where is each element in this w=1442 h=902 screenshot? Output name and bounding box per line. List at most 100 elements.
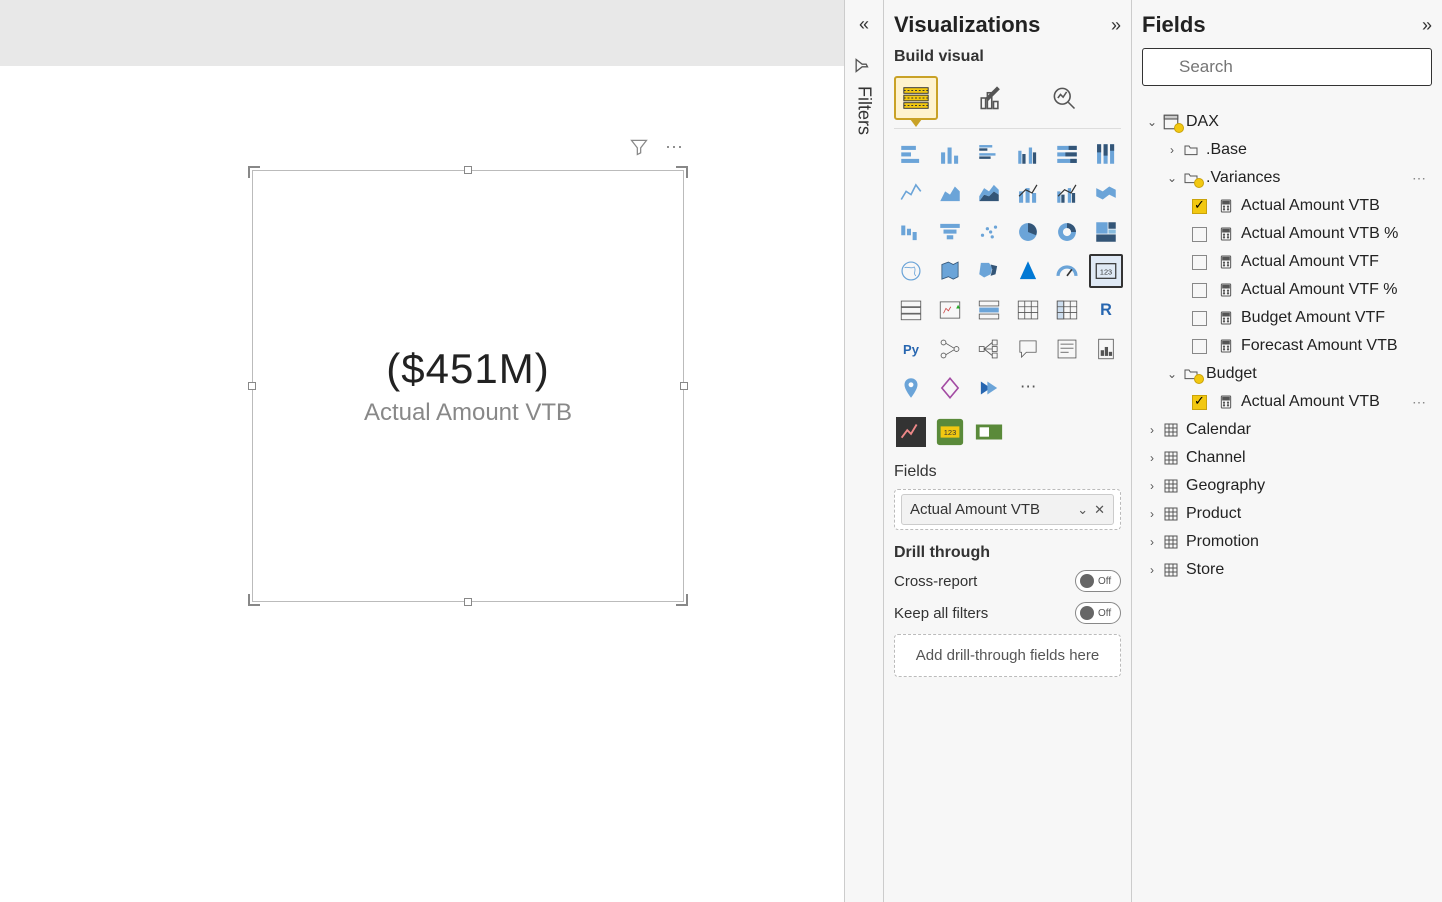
clustered-bar-chart-icon[interactable]: [972, 137, 1006, 171]
field-chip-remove-icon[interactable]: ✕: [1094, 502, 1105, 518]
stacked-column-chart-icon[interactable]: [933, 137, 967, 171]
matrix-icon[interactable]: [1050, 293, 1084, 327]
svg-text:▲: ▲: [955, 303, 961, 310]
scatter-chart-icon[interactable]: [972, 215, 1006, 249]
field-checkbox[interactable]: [1192, 227, 1207, 242]
field-chip-dropdown-icon[interactable]: ⌄: [1077, 502, 1088, 518]
collapse-fields-icon[interactable]: »: [1422, 15, 1432, 36]
field-checkbox[interactable]: [1192, 395, 1207, 410]
folder-variances[interactable]: ⌄ .Variances ⋯: [1162, 164, 1432, 192]
filled-map-icon[interactable]: [933, 254, 967, 288]
waterfall-chart-icon[interactable]: [894, 215, 928, 249]
folder-icon: [1180, 366, 1202, 382]
custom-visual-2-icon[interactable]: 123: [933, 415, 967, 449]
paginated-report-icon[interactable]: [1089, 332, 1123, 366]
measure-item[interactable]: Actual Amount VTB %: [1190, 220, 1432, 248]
field-checkbox[interactable]: [1192, 311, 1207, 326]
custom-visual-3-icon[interactable]: [972, 415, 1006, 449]
line-clustered-column-icon[interactable]: [1050, 176, 1084, 210]
qa-visual-icon[interactable]: [1011, 332, 1045, 366]
field-checkbox[interactable]: [1192, 255, 1207, 270]
hundred-stacked-bar-icon[interactable]: [1050, 137, 1084, 171]
power-automate-icon[interactable]: [972, 371, 1006, 405]
r-visual-icon[interactable]: R: [1089, 293, 1123, 327]
azure-map-icon[interactable]: [1011, 254, 1045, 288]
drill-through-dropzone[interactable]: Add drill-through fields here: [894, 634, 1121, 677]
table-channel[interactable]: › Channel: [1142, 444, 1432, 472]
filters-rail-label: Filters: [854, 86, 875, 135]
card-visual-icon[interactable]: 123: [1089, 254, 1123, 288]
folder-budget[interactable]: ⌄ Budget: [1162, 360, 1432, 388]
more-options-icon[interactable]: ⋯: [1408, 170, 1430, 187]
field-checkbox[interactable]: [1192, 199, 1207, 214]
fields-tree: ⌄ DAX › .Base ⌄ .Variances ⋯ Actual Amou…: [1142, 108, 1432, 584]
field-checkbox[interactable]: [1192, 283, 1207, 298]
power-apps-icon[interactable]: [933, 371, 967, 405]
decomposition-tree-icon[interactable]: [972, 332, 1006, 366]
treemap-icon[interactable]: [1089, 215, 1123, 249]
card-data-label: Actual Amount VTB: [364, 399, 572, 427]
folder-base[interactable]: › .Base: [1162, 136, 1432, 164]
multi-row-card-icon[interactable]: [894, 293, 928, 327]
format-visual-tab[interactable]: [968, 76, 1012, 120]
table-product[interactable]: › Product: [1142, 500, 1432, 528]
clustered-column-chart-icon[interactable]: [1011, 137, 1045, 171]
expand-filters-icon[interactable]: «: [859, 14, 869, 35]
table-promotion[interactable]: › Promotion: [1142, 528, 1432, 556]
keep-filters-toggle[interactable]: Off: [1075, 602, 1121, 624]
analytics-tab[interactable]: [1042, 76, 1086, 120]
measure-label: Actual Amount VTB %: [1241, 225, 1430, 243]
measure-label: Actual Amount VTB: [1241, 393, 1408, 411]
table-store[interactable]: › Store: [1142, 556, 1432, 584]
pie-chart-icon[interactable]: [1011, 215, 1045, 249]
more-options-icon[interactable]: ⋯: [665, 137, 683, 162]
line-stacked-column-icon[interactable]: [1011, 176, 1045, 210]
report-canvas[interactable]: ⋯ ($451M) Actual Amount VTB: [0, 0, 844, 902]
measure-item[interactable]: Actual Amount VTF %: [1190, 276, 1432, 304]
more-options-icon[interactable]: ⋯: [1408, 394, 1430, 411]
field-checkbox[interactable]: [1192, 339, 1207, 354]
stacked-bar-chart-icon[interactable]: [894, 137, 928, 171]
smart-narrative-icon[interactable]: [1050, 332, 1084, 366]
filter-icon[interactable]: [629, 137, 649, 162]
get-more-visuals-icon[interactable]: ⋯: [1011, 371, 1045, 405]
table-dax[interactable]: ⌄ DAX: [1142, 108, 1432, 136]
table-geography[interactable]: › Geography: [1142, 472, 1432, 500]
build-visual-tab[interactable]: [894, 76, 938, 120]
filters-pane-collapsed[interactable]: « Filters: [844, 0, 884, 902]
gauge-icon[interactable]: [1050, 254, 1084, 288]
donut-chart-icon[interactable]: [1050, 215, 1084, 249]
measure-item[interactable]: Actual Amount VTB: [1190, 192, 1432, 220]
kpi-icon[interactable]: ▲: [933, 293, 967, 327]
fields-search-input[interactable]: [1142, 48, 1432, 86]
area-chart-icon[interactable]: [933, 176, 967, 210]
cross-report-toggle[interactable]: Off: [1075, 570, 1121, 592]
shape-map-icon[interactable]: [972, 254, 1006, 288]
line-chart-icon[interactable]: [894, 176, 928, 210]
chevron-down-icon: ⌄: [1144, 115, 1160, 129]
canvas-page[interactable]: ⋯ ($451M) Actual Amount VTB: [0, 66, 844, 902]
measure-item[interactable]: Forecast Amount VTB: [1190, 332, 1432, 360]
funnel-chart-icon[interactable]: [933, 215, 967, 249]
map-icon[interactable]: [894, 254, 928, 288]
python-visual-icon[interactable]: Py: [894, 332, 928, 366]
table-calendar[interactable]: › Calendar: [1142, 416, 1432, 444]
measure-item[interactable]: Actual Amount VTF: [1190, 248, 1432, 276]
card-visual[interactable]: ⋯ ($451M) Actual Amount VTB: [252, 170, 684, 602]
filter-glyph-icon: [854, 58, 875, 74]
hundred-stacked-column-icon[interactable]: [1089, 137, 1123, 171]
collapse-viz-icon[interactable]: »: [1111, 15, 1121, 36]
ribbon-chart-icon[interactable]: [1089, 176, 1123, 210]
table-icon[interactable]: [1011, 293, 1045, 327]
key-influencers-icon[interactable]: [933, 332, 967, 366]
stacked-area-chart-icon[interactable]: [972, 176, 1006, 210]
measure-label: Actual Amount VTB: [1241, 197, 1430, 215]
field-chip[interactable]: Actual Amount VTB ⌄ ✕: [901, 494, 1114, 525]
slicer-icon[interactable]: [972, 293, 1006, 327]
arcgis-map-icon[interactable]: [894, 371, 928, 405]
fields-well[interactable]: Actual Amount VTB ⌄ ✕: [894, 489, 1121, 530]
custom-visual-1-icon[interactable]: [894, 415, 928, 449]
card-data-value: ($451M): [386, 345, 549, 393]
measure-item[interactable]: Budget Amount VTF: [1190, 304, 1432, 332]
measure-item[interactable]: Actual Amount VTB⋯: [1190, 388, 1432, 416]
